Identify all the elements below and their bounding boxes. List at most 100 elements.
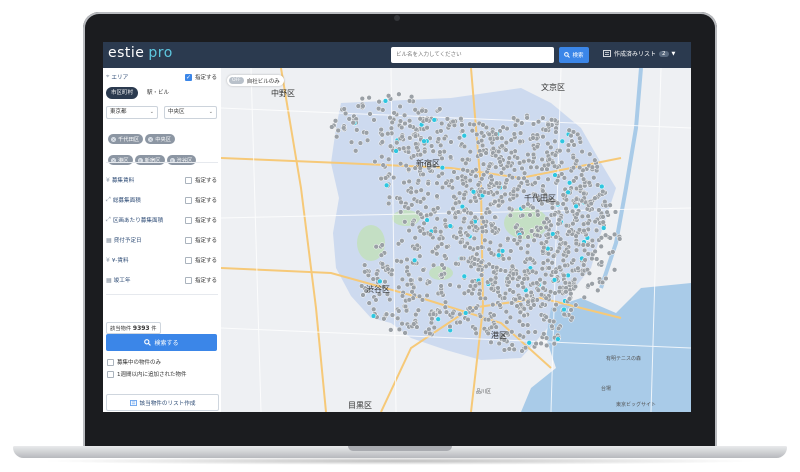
building-pin[interactable] [566,127,572,133]
building-pin[interactable] [565,189,571,195]
building-pin[interactable] [556,217,562,223]
building-pin[interactable] [471,261,477,267]
building-pin[interactable] [538,240,545,246]
building-pin[interactable] [512,122,519,128]
building-pin[interactable] [476,291,482,297]
building-pin[interactable] [538,292,545,298]
building-pin[interactable] [427,330,433,337]
building-pin[interactable] [398,199,404,205]
search-button[interactable]: 検索 [559,47,589,63]
building-pin[interactable] [555,248,561,255]
building-pin[interactable] [437,309,443,315]
building-pin[interactable] [551,341,557,347]
building-pin[interactable] [543,127,549,133]
building-pin[interactable] [429,316,435,322]
building-pin[interactable] [408,189,414,195]
building-pin[interactable] [363,130,370,136]
building-pin[interactable] [493,324,499,330]
building-pin[interactable] [501,295,508,301]
building-pin[interactable] [576,227,583,233]
building-pin[interactable] [617,236,623,242]
building-pin[interactable] [531,237,537,243]
building-pin[interactable] [453,200,459,206]
building-pin[interactable] [393,148,399,154]
building-pin[interactable] [473,330,479,336]
building-pin[interactable] [589,237,596,244]
building-pin[interactable] [563,206,569,212]
building-pin[interactable] [516,160,523,166]
building-pin[interactable] [519,165,525,172]
building-pin[interactable] [403,308,410,314]
building-pin[interactable] [407,135,413,141]
building-pin[interactable] [572,276,578,283]
building-pin[interactable] [513,224,519,230]
building-pin[interactable] [569,315,575,321]
building-pin[interactable] [438,290,445,296]
building-pin[interactable] [450,310,456,316]
building-pin[interactable] [474,251,480,257]
building-pin[interactable] [569,208,576,214]
building-pin[interactable] [498,194,505,200]
building-pin[interactable] [367,111,373,117]
building-pin[interactable] [607,235,613,241]
building-pin[interactable] [457,229,463,235]
building-pin[interactable] [571,142,577,148]
building-pin[interactable] [552,290,558,296]
building-pin[interactable] [548,117,555,123]
building-pin[interactable] [389,312,396,318]
building-pin[interactable] [455,209,461,215]
building-pin[interactable] [581,262,587,268]
building-pin[interactable] [406,166,412,173]
building-pin[interactable] [535,119,542,125]
building-pin[interactable] [490,302,496,308]
filter-yen-rent-checkbox[interactable]: 指定する [184,256,217,264]
building-pin[interactable] [514,240,521,247]
building-pin[interactable] [493,164,499,170]
building-pin[interactable] [438,271,445,278]
building-pin[interactable] [573,196,580,202]
building-pin[interactable] [409,221,416,228]
building-pin[interactable] [435,244,441,250]
building-pin[interactable] [517,138,523,145]
building-pin[interactable] [607,202,613,208]
building-pin[interactable] [438,283,444,289]
run-search-button[interactable]: 検索する [106,334,217,351]
building-pin[interactable] [568,133,574,139]
building-pin[interactable] [461,191,467,198]
building-pin[interactable] [332,118,339,124]
building-pin[interactable] [519,120,525,126]
building-pin[interactable] [581,227,587,234]
building-pin[interactable] [467,177,473,184]
building-pin[interactable] [467,198,474,204]
building-pin[interactable] [561,311,567,318]
building-pin[interactable] [394,258,400,264]
building-pin[interactable] [551,306,558,313]
building-pin[interactable] [424,217,430,223]
building-pin[interactable] [429,249,436,255]
building-pin[interactable] [573,233,579,239]
building-pin[interactable] [503,309,509,315]
building-pin[interactable] [430,262,437,268]
building-pin[interactable] [465,232,471,238]
building-pin[interactable] [527,212,533,218]
building-pin[interactable] [545,257,551,264]
building-pin[interactable] [399,134,405,140]
building-pin[interactable] [506,155,512,161]
building-pin[interactable] [378,126,384,133]
building-pin[interactable] [402,330,408,336]
building-pin[interactable] [459,128,466,134]
building-pin[interactable] [585,251,591,257]
close-icon[interactable]: × [111,137,116,142]
building-pin[interactable] [539,301,546,307]
building-pin[interactable] [543,224,549,231]
building-pin[interactable] [380,162,386,168]
building-pin[interactable] [531,302,537,308]
building-pin[interactable] [460,167,466,173]
building-pin[interactable] [594,256,600,262]
building-pin[interactable] [589,164,596,170]
building-pin[interactable] [492,214,498,220]
building-pin[interactable] [557,148,563,154]
building-pin[interactable] [561,306,567,313]
building-pin[interactable] [600,188,606,195]
building-pin[interactable] [451,194,457,200]
